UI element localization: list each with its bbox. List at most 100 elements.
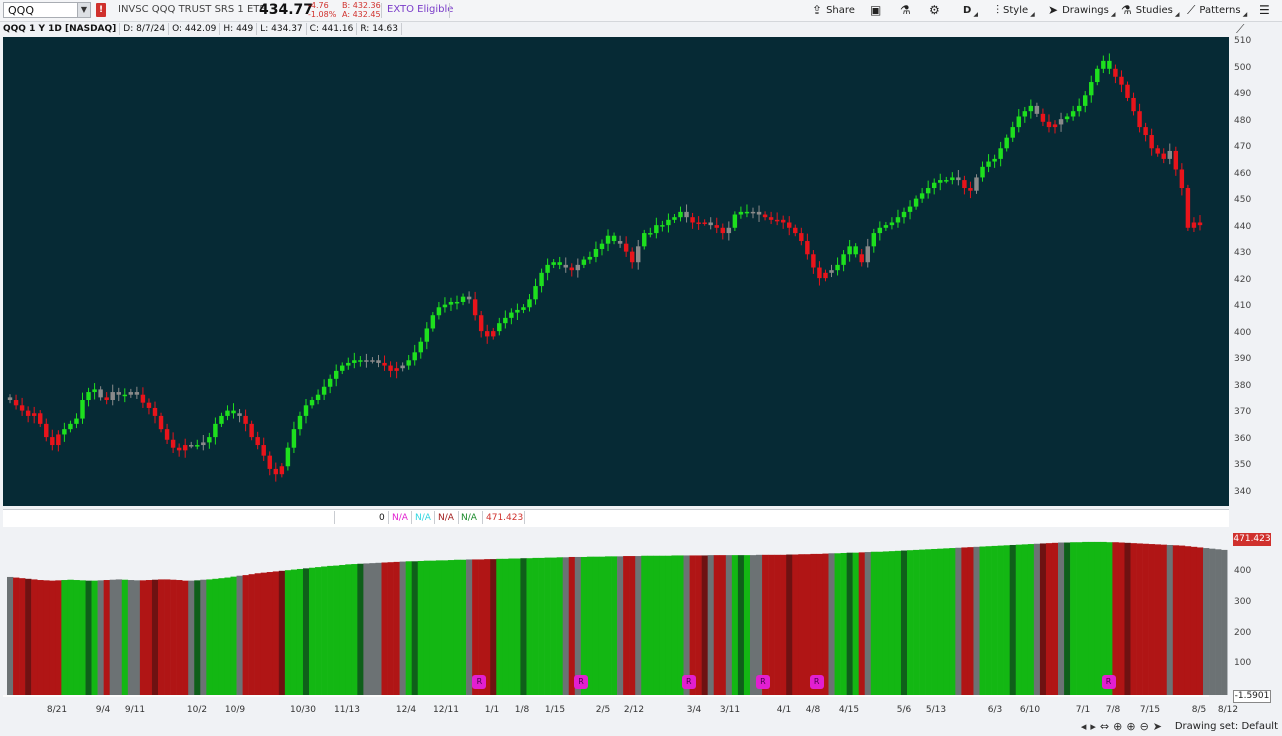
price-tick-label: 430 — [1234, 248, 1252, 259]
time-tick-label: 2/12 — [623, 705, 645, 715]
symbol-input[interactable]: QQQ ▼ — [3, 2, 91, 18]
study-bar — [550, 557, 557, 695]
study-bar — [1106, 542, 1113, 695]
symbol-dropdown-icon[interactable]: ▼ — [77, 3, 90, 17]
study-bar — [91, 580, 98, 695]
r-marker[interactable]: R — [809, 675, 824, 689]
study-bar — [598, 556, 606, 695]
style-button[interactable]: ⫶ Style ◢ — [996, 3, 1035, 18]
candle-body — [1004, 137, 1009, 149]
zoom-out-icon[interactable]: ⊖ — [1140, 720, 1149, 733]
candle — [261, 437, 266, 461]
candle-body — [696, 222, 701, 224]
study-bar — [1064, 542, 1071, 695]
candle-body — [1167, 150, 1172, 159]
pointer-icon[interactable]: ➤ — [1153, 720, 1162, 733]
candle-body — [1155, 148, 1160, 154]
candle-body — [919, 193, 925, 199]
candle — [491, 327, 496, 340]
candle — [146, 398, 152, 415]
settings-button[interactable]: ⚙ — [929, 3, 940, 18]
zoom-in-icon[interactable]: ⊕ — [1126, 720, 1135, 733]
candle-body — [279, 466, 285, 475]
time-tick-label: 12/11 — [433, 705, 459, 715]
study-bar — [1100, 541, 1107, 695]
r-marker[interactable]: R — [681, 675, 696, 689]
candle-body — [569, 267, 574, 271]
study-bar — [647, 555, 654, 695]
study-panel[interactable] — [3, 527, 1229, 701]
time-tick-label: 9/4 — [95, 705, 111, 715]
r-marker[interactable]: R — [472, 675, 487, 689]
candle-body — [726, 227, 732, 234]
candle — [853, 243, 858, 258]
candle-body — [865, 246, 870, 263]
price-chart[interactable] — [3, 37, 1229, 506]
bid-ask: B: 432.36 A: 432.45 — [342, 1, 381, 19]
candle — [871, 228, 877, 253]
studies-button[interactable]: ⚗ Studies ◢ — [1121, 3, 1180, 18]
r-marker[interactable]: R — [574, 675, 589, 689]
candle-body — [1191, 222, 1197, 228]
candle — [907, 200, 913, 220]
scroll-right-icon[interactable]: ▸ — [1090, 720, 1096, 733]
study-bar — [768, 554, 775, 695]
candle — [237, 409, 242, 423]
study-bar — [1148, 544, 1155, 695]
candle — [696, 216, 701, 230]
candle-body — [164, 429, 170, 440]
price-axis[interactable]: 510 500 490 480 470 460 450 440 430 420 410 400 390 3… — [1230, 36, 1282, 506]
snapshot-button[interactable]: ▣ — [870, 3, 881, 18]
legend-value-3: N/A — [438, 513, 454, 523]
alert-flag-icon[interactable]: ! — [96, 3, 106, 17]
period-button[interactable]: D ◢ — [963, 3, 978, 18]
study-bar — [321, 566, 328, 695]
flask-button[interactable]: ⚗ — [900, 3, 911, 18]
candle-body — [889, 222, 895, 226]
study-bar — [508, 558, 515, 695]
candle-body — [243, 415, 248, 424]
price-tick-label: 370 — [1234, 407, 1252, 418]
candle — [140, 387, 146, 408]
candle-body — [762, 214, 768, 218]
candle-body — [986, 161, 991, 167]
study-bar — [919, 549, 926, 695]
time-axis[interactable]: 8/21 9/4 9/11 10/2 10/9 10/30 11/13 12/4 12/11 1/… — [3, 703, 1238, 719]
study-bar — [520, 558, 527, 695]
candle-body — [333, 370, 339, 379]
study-bar — [309, 567, 316, 695]
drawings-button[interactable]: ➤ Drawings ◢ — [1048, 3, 1115, 18]
study-bar — [756, 554, 763, 695]
drawing-set-label[interactable]: Drawing set: Default — [1175, 721, 1278, 732]
time-tick-label: 7/15 — [1139, 705, 1161, 715]
study-bar — [780, 554, 787, 695]
menu-button[interactable]: ☰ — [1259, 3, 1270, 18]
candle-body — [394, 368, 399, 371]
time-tick-label: 1/15 — [544, 705, 566, 715]
share-button[interactable]: ⇪ Share — [812, 3, 855, 18]
candle-body — [134, 392, 140, 395]
study-bar — [913, 549, 920, 695]
candle — [31, 406, 37, 424]
study-bar — [822, 553, 829, 695]
candle — [273, 462, 279, 482]
study-bar — [1033, 543, 1041, 695]
study-bar — [568, 556, 576, 695]
r-marker[interactable]: R — [755, 675, 770, 689]
scroll-left-icon[interactable]: ◂ — [1081, 720, 1087, 733]
r-marker[interactable]: R — [1101, 675, 1116, 689]
crosshair-icon[interactable]: ⊕ — [1113, 720, 1122, 733]
study-axis[interactable]: 500400300200100 — [1230, 527, 1282, 701]
axis-settings-icon[interactable]: ⟋ — [1236, 22, 1244, 37]
study-bar — [816, 553, 823, 695]
price-tick-label: 410 — [1234, 301, 1252, 312]
study-bar — [170, 579, 177, 695]
expand-icon[interactable]: ⇔ — [1100, 720, 1109, 733]
study-bar — [1003, 545, 1011, 695]
patterns-button[interactable]: ⟋ Patterns ◢ — [1187, 3, 1247, 18]
candle-body — [901, 211, 907, 218]
candle — [992, 154, 997, 168]
study-bar — [1094, 541, 1101, 695]
exto-eligible-link[interactable]: EXTO Eligible — [387, 4, 453, 15]
study-bar — [532, 557, 539, 695]
